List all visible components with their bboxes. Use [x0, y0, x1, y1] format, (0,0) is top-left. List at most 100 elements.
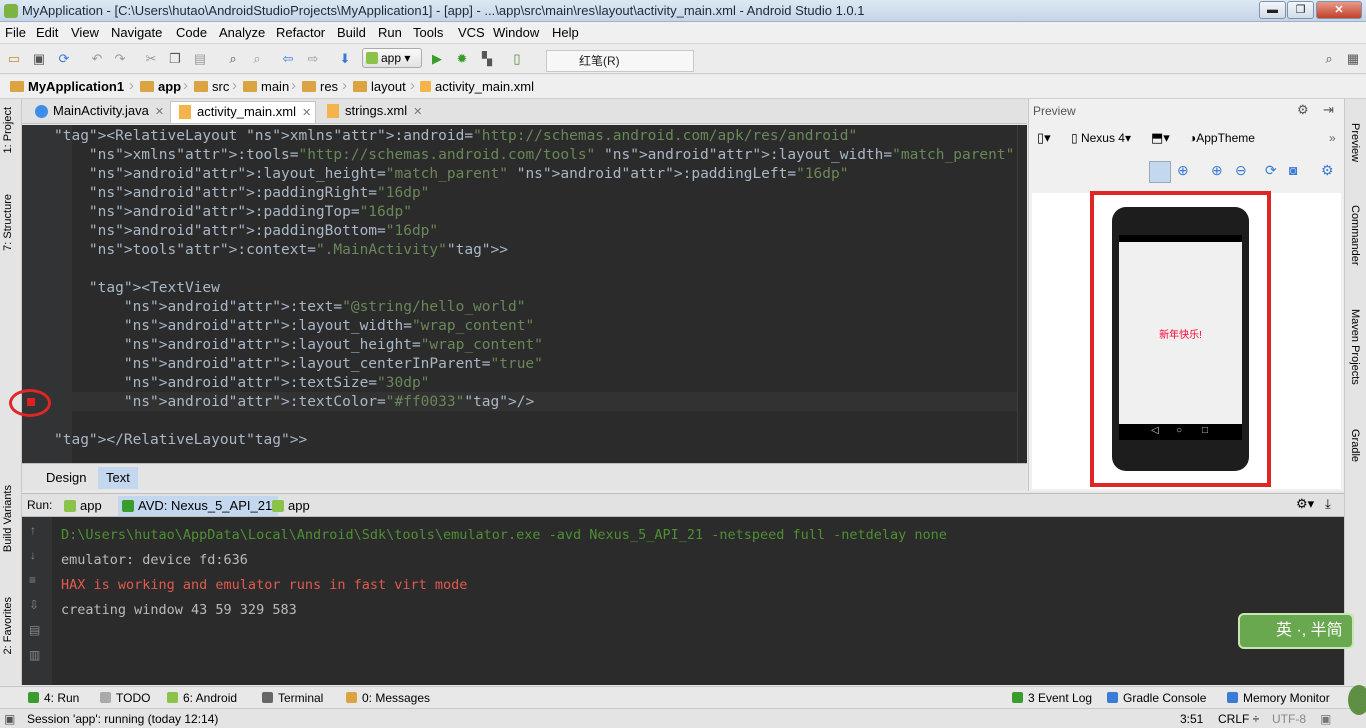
scroll-up-icon[interactable]: ↑ [30, 523, 36, 537]
settings-gear-icon[interactable]: ⚙ [1297, 102, 1309, 118]
caret-position[interactable]: 3:51 [1180, 712, 1203, 726]
console-output[interactable]: D:\Users\hutao\AppData\Local\Android\Sdk… [61, 523, 947, 623]
status-toggle-icon[interactable]: ▣ [4, 712, 15, 726]
sdk-icon[interactable]: ▦ [1344, 50, 1362, 68]
code-text[interactable]: "tag"><RelativeLayout "ns">xmlns"attr">:… [54, 127, 1014, 450]
maximize-button[interactable]: ❐ [1287, 1, 1314, 19]
tab-design[interactable]: Design [38, 467, 94, 489]
run-tab-app-1[interactable]: app [60, 496, 102, 516]
crumb-layout[interactable]: layout [353, 79, 406, 94]
close-tab-icon[interactable]: ✕ [302, 107, 311, 119]
crumb-res[interactable]: res [302, 79, 338, 94]
scroll-to-end-icon[interactable]: ⇩ [29, 598, 39, 612]
menu-tools[interactable]: Tools [413, 25, 443, 40]
close-button[interactable]: ✕ [1316, 1, 1362, 19]
menu-run[interactable]: Run [378, 25, 402, 40]
code-editor[interactable]: "tag"><RelativeLayout "ns">xmlns"attr">:… [9, 125, 1027, 463]
menu-vcs[interactable]: VCS [458, 25, 485, 40]
run-config-select[interactable]: app ▾ [362, 48, 422, 68]
tool-tab-maven[interactable]: Maven Projects [1349, 309, 1361, 385]
code-line[interactable]: "tag"><RelativeLayout "ns">xmlns"attr">:… [54, 127, 1014, 146]
refresh-icon[interactable]: ⟳ [1265, 162, 1277, 179]
save-icon[interactable]: ▣ [30, 50, 48, 68]
ime-popup[interactable]: 红笔(R) [546, 50, 694, 72]
crumb-app[interactable]: app [140, 79, 181, 94]
file-encoding[interactable]: UTF-8 [1272, 712, 1306, 726]
code-line[interactable]: "ns">xmlns"attr">:tools="http://schemas.… [54, 146, 1014, 165]
code-line[interactable]: "ns">android"attr">:text="@string/hello_… [54, 298, 1014, 317]
tool-gradle-console[interactable]: Gradle Console [1107, 691, 1206, 705]
zoom-out-icon[interactable]: ⊖ [1235, 162, 1247, 179]
cut-icon[interactable]: ✂ [142, 50, 160, 68]
tool-event-log[interactable]: 3 Event Log [1012, 691, 1092, 705]
lock-icon[interactable]: ▣ [1320, 712, 1331, 726]
device-select[interactable]: ▯ Nexus 4▾ [1071, 131, 1131, 145]
tab-activity-main[interactable]: activity_main.xml ✕ [170, 101, 316, 123]
tool-tab-gradle[interactable]: Gradle [1349, 429, 1361, 462]
forward-icon[interactable]: ⇨ [304, 50, 322, 68]
code-line[interactable] [54, 412, 1014, 431]
make-project-icon[interactable]: ⬇ [336, 50, 354, 68]
code-line[interactable] [54, 260, 1014, 279]
crumb-file[interactable]: activity_main.xml [420, 79, 534, 94]
menu-file[interactable]: File [5, 25, 26, 40]
tool-messages[interactable]: 0: Messages [346, 691, 430, 705]
code-line[interactable]: "ns">android"attr">:layout_height="wrap_… [54, 336, 1014, 355]
menu-build[interactable]: Build [337, 25, 366, 40]
hide-panel-icon[interactable]: ⇥ [1323, 102, 1334, 118]
sync-icon[interactable]: ⟳ [55, 50, 73, 68]
more-icon[interactable]: » [1329, 131, 1336, 145]
tab-mainactivity[interactable]: MainActivity.java ✕ [27, 101, 167, 123]
orientation-icon[interactable]: ⬒▾ [1151, 130, 1170, 146]
run-settings-icon[interactable]: ⚙▾ [1296, 496, 1314, 512]
options-gear-icon[interactable]: ⚙ [1321, 162, 1334, 179]
replace-icon[interactable]: ⌕ [248, 50, 266, 68]
tool-tab-commander[interactable]: Commander [1349, 205, 1361, 266]
menu-navigate[interactable]: Navigate [111, 25, 162, 40]
console-panel[interactable]: ↑ ↓ ≡ ⇩ ▤ ▥ D:\Users\hutao\AppData\Local… [22, 517, 1344, 685]
tab-text[interactable]: Text [98, 467, 138, 489]
tool-tab-build-variants[interactable]: Build Variants [2, 485, 14, 552]
tool-memory-monitor[interactable]: Memory Monitor [1227, 691, 1330, 705]
tool-terminal[interactable]: Terminal [262, 691, 323, 705]
code-line[interactable]: "ns">android"attr">:paddingBottom="16dp" [54, 222, 1014, 241]
minimize-button[interactable]: ▬ [1259, 1, 1286, 19]
tool-tab-project[interactable]: 1: Project [2, 107, 14, 153]
menu-refactor[interactable]: Refactor [276, 25, 325, 40]
tool-tab-favorites[interactable]: 2: Favorites [2, 597, 14, 654]
tab-strings[interactable]: strings.xml ✕ [319, 101, 429, 123]
search-everywhere-icon[interactable]: ⌕ [1320, 50, 1338, 68]
device-config-icon[interactable]: ▯▾ [1037, 130, 1051, 146]
line-separator[interactable]: CRLF ÷ [1218, 712, 1259, 726]
tool-android[interactable]: 6: Android [167, 691, 237, 705]
code-line[interactable]: "ns">android"attr">:paddingRight="16dp" [54, 184, 1014, 203]
undo-icon[interactable]: ↶ [88, 50, 106, 68]
zoom-actual-icon[interactable]: ⊕ [1177, 162, 1189, 179]
screenshot-icon[interactable]: ◙ [1289, 162, 1297, 178]
menu-code[interactable]: Code [176, 25, 207, 40]
code-line[interactable]: "ns">android"attr">:layout_centerInParen… [54, 355, 1014, 374]
editor-scrollbar[interactable] [1017, 125, 1027, 463]
code-line[interactable]: "ns">android"attr">:paddingTop="16dp" [54, 203, 1014, 222]
avd-manager-icon[interactable]: ▯ [508, 50, 526, 68]
print-icon[interactable]: ▤ [29, 623, 40, 637]
close-tab-icon[interactable]: ✕ [413, 106, 422, 118]
code-line[interactable]: "tag"></RelativeLayout"tag">> [54, 431, 1014, 450]
clear-all-icon[interactable]: ▥ [29, 648, 40, 662]
zoom-in-icon[interactable]: ⊕ [1211, 162, 1223, 179]
theme-select[interactable]: ◑AppTheme [1189, 131, 1255, 145]
open-folder-icon[interactable]: ▭ [5, 50, 23, 68]
menu-help[interactable]: Help [552, 25, 579, 40]
crumb-src[interactable]: src [194, 79, 229, 94]
debug-icon[interactable]: ✹ [453, 50, 471, 68]
tool-run[interactable]: 4: Run [28, 691, 79, 705]
run-tab-app-2[interactable]: app [268, 496, 310, 516]
scroll-down-icon[interactable]: ↓ [30, 548, 36, 562]
crumb-main[interactable]: main [243, 79, 289, 94]
code-line[interactable]: "ns">android"attr">:textColor="#ff0033""… [54, 393, 1014, 412]
soft-wrap-icon[interactable]: ≡ [29, 573, 36, 587]
back-icon[interactable]: ⇦ [279, 50, 297, 68]
run-tab-avd[interactable]: AVD: Nexus_5_API_21 [118, 496, 279, 516]
code-line[interactable]: "ns">android"attr">:layout_width="wrap_c… [54, 317, 1014, 336]
tool-todo[interactable]: TODO [100, 691, 150, 705]
